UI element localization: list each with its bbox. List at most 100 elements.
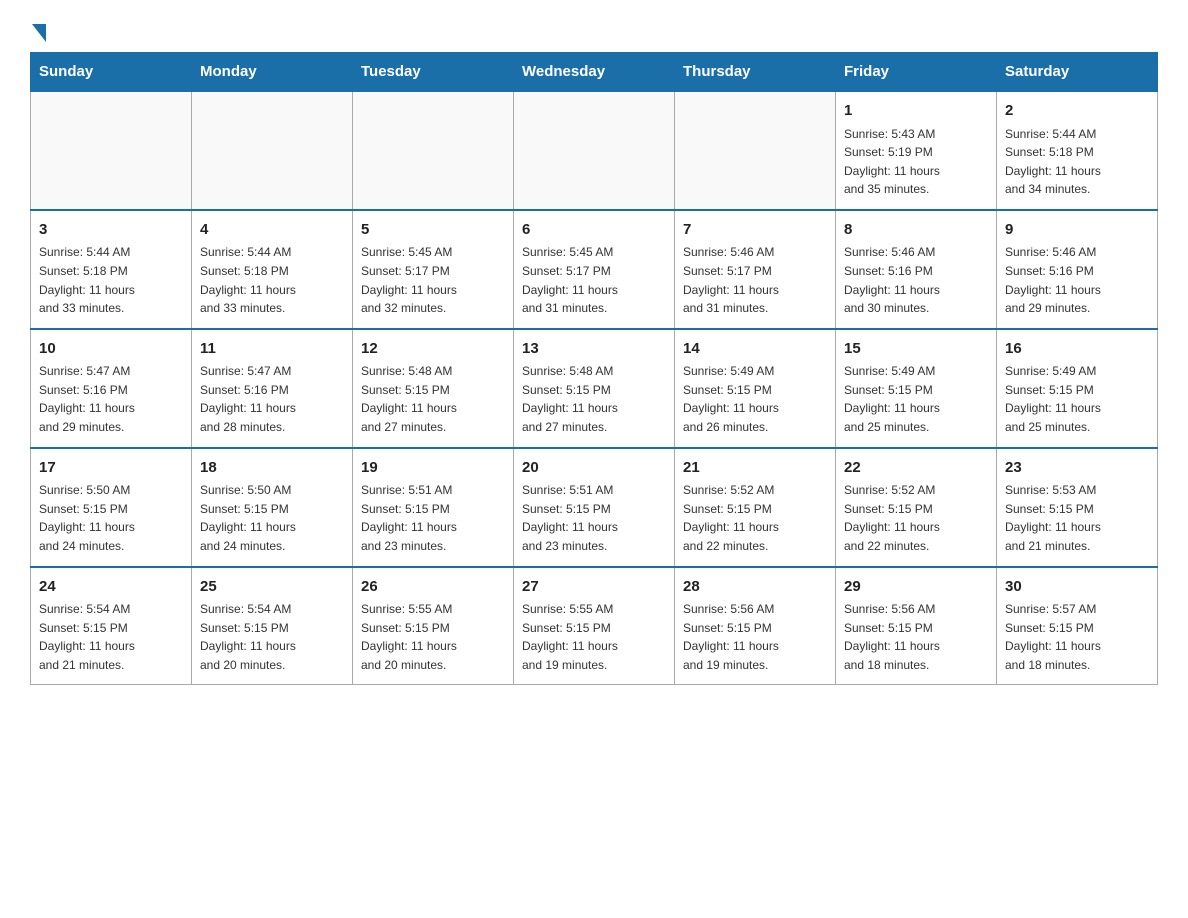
calendar-cell: 28Sunrise: 5:56 AM Sunset: 5:15 PM Dayli…	[675, 567, 836, 685]
calendar-cell: 29Sunrise: 5:56 AM Sunset: 5:15 PM Dayli…	[836, 567, 997, 685]
weekday-header-thursday: Thursday	[675, 53, 836, 92]
day-number: 1	[844, 100, 988, 123]
page-header	[30, 20, 1158, 42]
day-info: Sunrise: 5:56 AM Sunset: 5:15 PM Dayligh…	[844, 600, 988, 674]
calendar-table: SundayMondayTuesdayWednesdayThursdayFrid…	[30, 52, 1158, 685]
day-info: Sunrise: 5:52 AM Sunset: 5:15 PM Dayligh…	[683, 481, 827, 555]
day-number: 8	[844, 219, 988, 242]
day-info: Sunrise: 5:57 AM Sunset: 5:15 PM Dayligh…	[1005, 600, 1149, 674]
day-info: Sunrise: 5:49 AM Sunset: 5:15 PM Dayligh…	[683, 362, 827, 436]
day-number: 14	[683, 338, 827, 361]
week-row-4: 17Sunrise: 5:50 AM Sunset: 5:15 PM Dayli…	[31, 448, 1158, 567]
day-info: Sunrise: 5:54 AM Sunset: 5:15 PM Dayligh…	[200, 600, 344, 674]
day-number: 5	[361, 219, 505, 242]
day-info: Sunrise: 5:51 AM Sunset: 5:15 PM Dayligh…	[361, 481, 505, 555]
day-info: Sunrise: 5:47 AM Sunset: 5:16 PM Dayligh…	[39, 362, 183, 436]
calendar-cell: 3Sunrise: 5:44 AM Sunset: 5:18 PM Daylig…	[31, 210, 192, 329]
calendar-cell: 25Sunrise: 5:54 AM Sunset: 5:15 PM Dayli…	[192, 567, 353, 685]
day-number: 19	[361, 457, 505, 480]
week-row-1: 1Sunrise: 5:43 AM Sunset: 5:19 PM Daylig…	[31, 91, 1158, 210]
day-info: Sunrise: 5:52 AM Sunset: 5:15 PM Dayligh…	[844, 481, 988, 555]
calendar-cell: 30Sunrise: 5:57 AM Sunset: 5:15 PM Dayli…	[997, 567, 1158, 685]
day-number: 21	[683, 457, 827, 480]
calendar-cell	[31, 91, 192, 210]
day-info: Sunrise: 5:53 AM Sunset: 5:15 PM Dayligh…	[1005, 481, 1149, 555]
day-number: 9	[1005, 219, 1149, 242]
day-info: Sunrise: 5:43 AM Sunset: 5:19 PM Dayligh…	[844, 125, 988, 199]
calendar-cell: 17Sunrise: 5:50 AM Sunset: 5:15 PM Dayli…	[31, 448, 192, 567]
day-info: Sunrise: 5:54 AM Sunset: 5:15 PM Dayligh…	[39, 600, 183, 674]
calendar-cell	[514, 91, 675, 210]
calendar-cell: 16Sunrise: 5:49 AM Sunset: 5:15 PM Dayli…	[997, 329, 1158, 448]
calendar-cell: 23Sunrise: 5:53 AM Sunset: 5:15 PM Dayli…	[997, 448, 1158, 567]
day-number: 23	[1005, 457, 1149, 480]
day-info: Sunrise: 5:49 AM Sunset: 5:15 PM Dayligh…	[844, 362, 988, 436]
weekday-header-saturday: Saturday	[997, 53, 1158, 92]
day-number: 24	[39, 576, 183, 599]
day-number: 28	[683, 576, 827, 599]
calendar-cell: 19Sunrise: 5:51 AM Sunset: 5:15 PM Dayli…	[353, 448, 514, 567]
calendar-cell: 22Sunrise: 5:52 AM Sunset: 5:15 PM Dayli…	[836, 448, 997, 567]
calendar-cell: 7Sunrise: 5:46 AM Sunset: 5:17 PM Daylig…	[675, 210, 836, 329]
day-info: Sunrise: 5:44 AM Sunset: 5:18 PM Dayligh…	[39, 243, 183, 317]
day-number: 25	[200, 576, 344, 599]
week-row-5: 24Sunrise: 5:54 AM Sunset: 5:15 PM Dayli…	[31, 567, 1158, 685]
day-info: Sunrise: 5:48 AM Sunset: 5:15 PM Dayligh…	[522, 362, 666, 436]
calendar-cell: 4Sunrise: 5:44 AM Sunset: 5:18 PM Daylig…	[192, 210, 353, 329]
day-info: Sunrise: 5:46 AM Sunset: 5:16 PM Dayligh…	[844, 243, 988, 317]
calendar-cell: 1Sunrise: 5:43 AM Sunset: 5:19 PM Daylig…	[836, 91, 997, 210]
calendar-cell: 20Sunrise: 5:51 AM Sunset: 5:15 PM Dayli…	[514, 448, 675, 567]
calendar-cell: 14Sunrise: 5:49 AM Sunset: 5:15 PM Dayli…	[675, 329, 836, 448]
logo	[30, 20, 46, 42]
weekday-header-sunday: Sunday	[31, 53, 192, 92]
day-number: 12	[361, 338, 505, 361]
day-number: 26	[361, 576, 505, 599]
day-number: 18	[200, 457, 344, 480]
day-number: 30	[1005, 576, 1149, 599]
calendar-cell: 8Sunrise: 5:46 AM Sunset: 5:16 PM Daylig…	[836, 210, 997, 329]
day-number: 2	[1005, 100, 1149, 123]
day-number: 15	[844, 338, 988, 361]
weekday-header-monday: Monday	[192, 53, 353, 92]
day-number: 29	[844, 576, 988, 599]
day-number: 22	[844, 457, 988, 480]
day-info: Sunrise: 5:46 AM Sunset: 5:17 PM Dayligh…	[683, 243, 827, 317]
calendar-cell: 15Sunrise: 5:49 AM Sunset: 5:15 PM Dayli…	[836, 329, 997, 448]
day-number: 6	[522, 219, 666, 242]
day-number: 3	[39, 219, 183, 242]
logo-arrow-icon	[32, 24, 46, 42]
day-number: 16	[1005, 338, 1149, 361]
weekday-header-friday: Friday	[836, 53, 997, 92]
day-info: Sunrise: 5:45 AM Sunset: 5:17 PM Dayligh…	[522, 243, 666, 317]
day-number: 13	[522, 338, 666, 361]
calendar-cell: 5Sunrise: 5:45 AM Sunset: 5:17 PM Daylig…	[353, 210, 514, 329]
day-number: 10	[39, 338, 183, 361]
calendar-cell: 9Sunrise: 5:46 AM Sunset: 5:16 PM Daylig…	[997, 210, 1158, 329]
calendar-cell: 2Sunrise: 5:44 AM Sunset: 5:18 PM Daylig…	[997, 91, 1158, 210]
day-info: Sunrise: 5:47 AM Sunset: 5:16 PM Dayligh…	[200, 362, 344, 436]
calendar-cell: 27Sunrise: 5:55 AM Sunset: 5:15 PM Dayli…	[514, 567, 675, 685]
week-row-3: 10Sunrise: 5:47 AM Sunset: 5:16 PM Dayli…	[31, 329, 1158, 448]
calendar-cell: 10Sunrise: 5:47 AM Sunset: 5:16 PM Dayli…	[31, 329, 192, 448]
day-info: Sunrise: 5:44 AM Sunset: 5:18 PM Dayligh…	[1005, 125, 1149, 199]
calendar-cell: 24Sunrise: 5:54 AM Sunset: 5:15 PM Dayli…	[31, 567, 192, 685]
calendar-cell: 12Sunrise: 5:48 AM Sunset: 5:15 PM Dayli…	[353, 329, 514, 448]
day-number: 11	[200, 338, 344, 361]
day-info: Sunrise: 5:55 AM Sunset: 5:15 PM Dayligh…	[522, 600, 666, 674]
day-info: Sunrise: 5:56 AM Sunset: 5:15 PM Dayligh…	[683, 600, 827, 674]
calendar-cell: 6Sunrise: 5:45 AM Sunset: 5:17 PM Daylig…	[514, 210, 675, 329]
day-info: Sunrise: 5:46 AM Sunset: 5:16 PM Dayligh…	[1005, 243, 1149, 317]
calendar-cell: 18Sunrise: 5:50 AM Sunset: 5:15 PM Dayli…	[192, 448, 353, 567]
calendar-cell: 13Sunrise: 5:48 AM Sunset: 5:15 PM Dayli…	[514, 329, 675, 448]
weekday-header-wednesday: Wednesday	[514, 53, 675, 92]
day-number: 27	[522, 576, 666, 599]
day-info: Sunrise: 5:50 AM Sunset: 5:15 PM Dayligh…	[200, 481, 344, 555]
weekday-header-row: SundayMondayTuesdayWednesdayThursdayFrid…	[31, 53, 1158, 92]
day-number: 20	[522, 457, 666, 480]
calendar-cell	[192, 91, 353, 210]
calendar-cell: 26Sunrise: 5:55 AM Sunset: 5:15 PM Dayli…	[353, 567, 514, 685]
weekday-header-tuesday: Tuesday	[353, 53, 514, 92]
day-info: Sunrise: 5:48 AM Sunset: 5:15 PM Dayligh…	[361, 362, 505, 436]
day-info: Sunrise: 5:44 AM Sunset: 5:18 PM Dayligh…	[200, 243, 344, 317]
calendar-cell: 11Sunrise: 5:47 AM Sunset: 5:16 PM Dayli…	[192, 329, 353, 448]
